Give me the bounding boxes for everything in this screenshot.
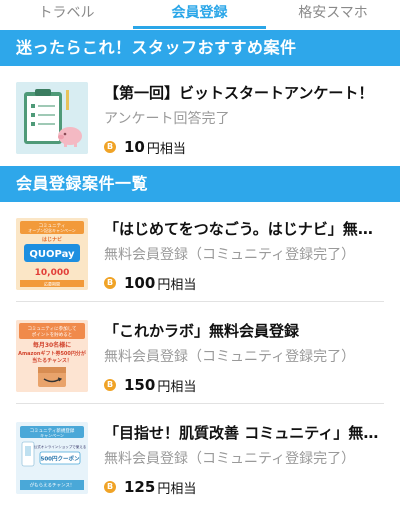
points-value: 125 — [124, 478, 156, 496]
item-title: 「これかラボ」無料会員登録 — [104, 322, 300, 340]
divider — [16, 301, 384, 302]
list-item-korekara-lab[interactable]: コミュニティに参加して ポイントを貯めると 毎月30名様に Amazonギフト券… — [0, 304, 400, 404]
points-value: 150 — [124, 376, 156, 394]
item-title: 【第一回】ビットスタートアンケート！ — [104, 84, 374, 102]
tab-budget-smartphone[interactable]: 格安スマホ — [266, 0, 400, 29]
item-title: 「はじめてをつなごう。はじナビ」無料会員登録 — [104, 220, 384, 238]
points-unit: 円相当 — [157, 379, 197, 395]
coin-icon: B — [104, 277, 116, 289]
survey-thumbnail — [16, 82, 88, 154]
points-value: 100 — [124, 274, 156, 292]
thumb-text-line1: コミュニティに参加して — [27, 325, 76, 332]
skin-community-thumbnail: コミュニティ新規登録 キャンペーン 公式オンラインショップで使える 500円クー… — [16, 422, 88, 494]
item-points: B 10 円相当 — [104, 138, 186, 157]
item-subtitle: 無料会員登録（コミュニティ登録完了） — [104, 451, 356, 467]
active-tab-indicator — [133, 26, 266, 29]
item-subtitle: 無料会員登録（コミュニティ登録完了） — [104, 247, 356, 263]
points-unit: 円相当 — [157, 481, 197, 497]
points-unit: 円相当 — [157, 277, 197, 293]
thumb-text-line3: 毎月30名様に — [33, 341, 71, 349]
item-subtitle: アンケート回答完了 — [104, 111, 230, 127]
list-item-skin-community[interactable]: コミュニティ新規登録 キャンペーン 公式オンラインショップで使える 500円クー… — [0, 406, 400, 506]
list-item-hajinavi[interactable]: コミュニティ オープン記念キャンペーン はじナビ QUOPay 10,000 応… — [0, 202, 400, 302]
coin-icon: B — [104, 379, 116, 391]
coin-icon: B — [104, 141, 116, 153]
coin-icon: B — [104, 481, 116, 493]
korekara-thumbnail: コミュニティに参加して ポイントを貯めると 毎月30名様に Amazonギフト券… — [16, 320, 88, 392]
thumb-note: 応募期間 — [44, 281, 60, 287]
item-points: B 150 円相当 — [104, 376, 197, 395]
thumb-text-line3: 公式オンラインショップで使える — [34, 444, 86, 449]
thumb-text-line2: ポイントを貯めると — [32, 331, 73, 338]
tab-member-registration[interactable]: 会員登録 — [133, 0, 266, 29]
thumb-text-line5: がもらえるチャンス！ — [30, 482, 75, 489]
item-subtitle: 無料会員登録（コミュニティ登録完了） — [104, 349, 356, 365]
thumb-amount: 10,000 — [35, 268, 70, 278]
item-points: B 100 円相当 — [104, 274, 197, 293]
item-title: 「目指せ！肌質改善 コミュニティ」無料会員登録 — [104, 424, 384, 442]
thumb-pay: QUOPay — [29, 249, 75, 260]
item-points: B 125 円相当 — [104, 478, 197, 497]
thumb-text-line4: 500円クーポン — [41, 455, 80, 463]
survey-clipboard-icon — [16, 82, 88, 154]
hajinavi-thumbnail: コミュニティ オープン記念キャンペーン はじナビ QUOPay 10,000 応… — [16, 218, 88, 290]
registration-list-header: 会員登録案件一覧 — [0, 166, 400, 202]
thumb-text-line4: Amazonギフト券500円分が — [18, 350, 86, 357]
featured-section-header: 迷ったらこれ！スタッフおすすめ案件 — [0, 30, 400, 66]
category-tabs: トラベル 会員登録 格安スマホ — [0, 0, 400, 29]
points-value: 10 — [124, 138, 145, 156]
thumb-text-line2: キャンペーン — [40, 432, 64, 438]
thumb-text-line5: 当たるチャンス！ — [32, 357, 72, 364]
thumb-text-line2: オープン記念キャンペーン — [28, 227, 76, 233]
thumb-brand: はじナビ — [42, 236, 62, 243]
divider — [16, 403, 384, 404]
points-unit: 円相当 — [146, 141, 186, 157]
featured-item[interactable]: 【第一回】ビットスタートアンケート！ アンケート回答完了 B 10 円相当 — [0, 66, 400, 166]
tab-travel[interactable]: トラベル — [0, 0, 133, 29]
